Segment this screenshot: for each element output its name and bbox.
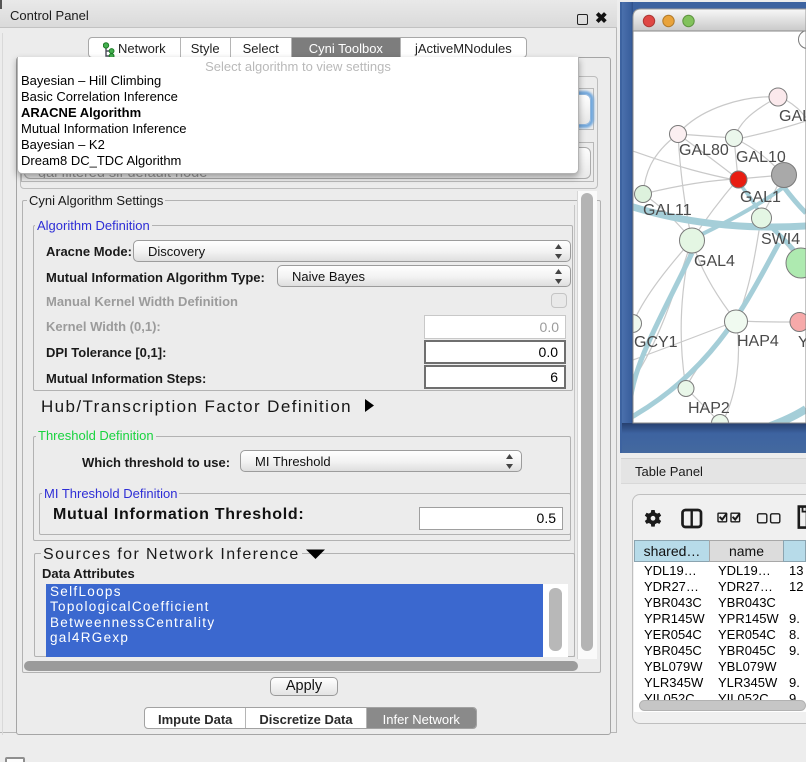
svg-text:GAL80: GAL80 [679,142,729,159]
svg-text:SWI4: SWI4 [761,231,800,248]
svg-text:GAL7: GAL7 [779,108,806,125]
svg-text:GAL4: GAL4 [694,253,735,270]
svg-text:GAL11: GAL11 [643,202,692,219]
svg-text:GAL1: GAL1 [740,189,781,206]
svg-text:GAL10: GAL10 [736,149,786,166]
svg-text:HAP4: HAP4 [737,333,779,350]
svg-text:HAP2: HAP2 [688,400,730,417]
svg-text:GCY1: GCY1 [634,334,678,351]
svg-text:Y: Y [798,334,806,351]
